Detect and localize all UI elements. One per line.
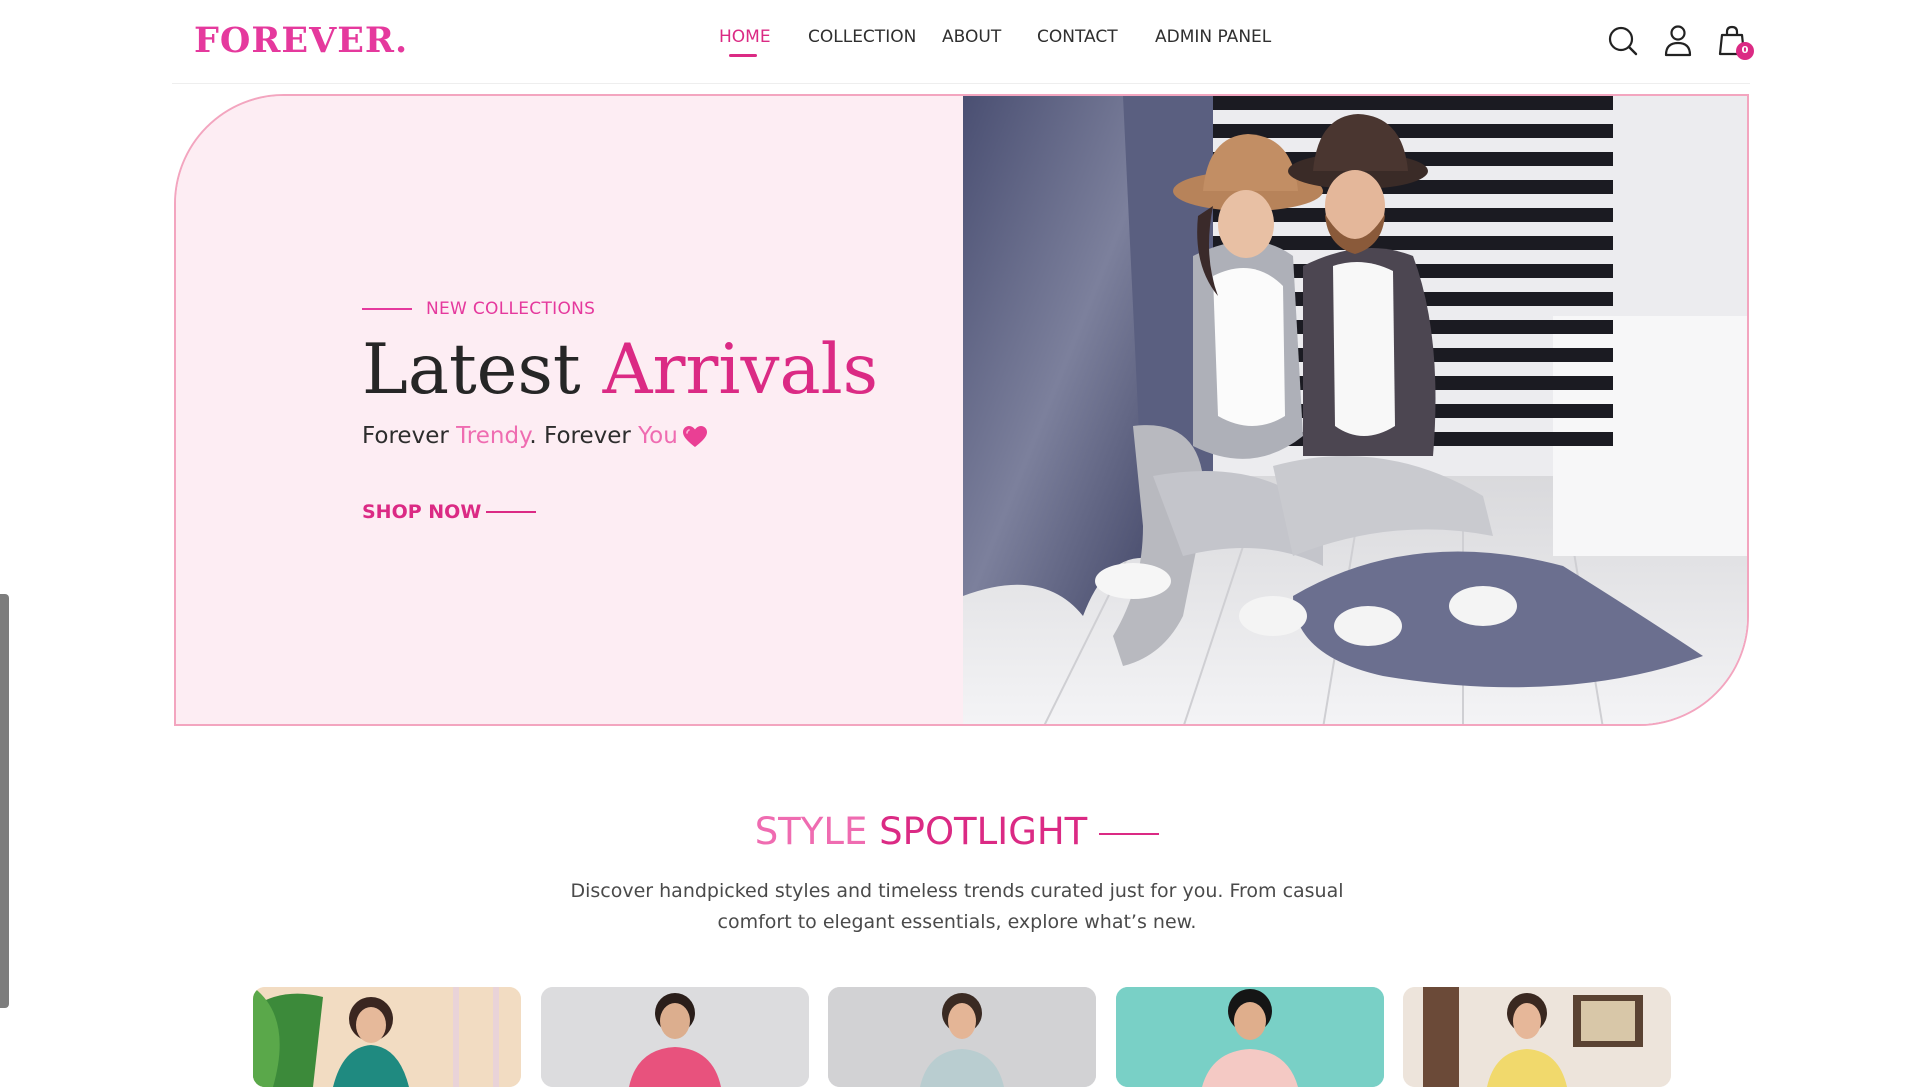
nav-item-contact[interactable]: CONTACT bbox=[1037, 25, 1118, 49]
product-card[interactable] bbox=[1403, 987, 1671, 1087]
nav-item-about[interactable]: ABOUT bbox=[942, 25, 1001, 49]
tagline-word-1: Forever bbox=[362, 423, 449, 449]
cart-count-badge: 0 bbox=[1736, 42, 1754, 60]
product-image bbox=[1403, 987, 1671, 1087]
product-image bbox=[828, 987, 1096, 1087]
main-nav: HOME COLLECTION ABOUT CONTACT ADMIN PANE… bbox=[172, 0, 1750, 84]
shop-now-divider bbox=[486, 511, 536, 513]
search-icon[interactable] bbox=[1606, 24, 1640, 58]
spotlight-title: STYLE SPOTLIGHT bbox=[0, 808, 1914, 856]
shop-now-button[interactable]: SHOP NOW bbox=[362, 499, 481, 525]
spotlight-description: Discover handpicked styles and timeless … bbox=[570, 880, 1344, 933]
product-image bbox=[253, 987, 521, 1087]
hero-title-part2: Arrivals bbox=[602, 330, 879, 410]
tagline-word-4: You bbox=[638, 423, 678, 449]
nav-item-admin-panel[interactable]: ADMIN PANEL bbox=[1155, 25, 1271, 49]
page-scrollbar[interactable] bbox=[0, 594, 9, 1008]
hero-image-illustration bbox=[963, 96, 1747, 724]
product-image bbox=[1116, 987, 1384, 1087]
hero-title-part1: Latest bbox=[362, 330, 581, 410]
heart-icon bbox=[682, 425, 708, 449]
product-card[interactable] bbox=[828, 987, 1096, 1087]
active-nav-indicator bbox=[729, 54, 757, 57]
hero-banner: NEW COLLECTIONS Latest Arrivals Forever … bbox=[174, 94, 1749, 726]
nav-item-home[interactable]: HOME bbox=[719, 25, 771, 49]
hero-text-panel: NEW COLLECTIONS Latest Arrivals Forever … bbox=[176, 96, 964, 724]
product-card[interactable] bbox=[1116, 987, 1384, 1087]
product-image bbox=[541, 987, 809, 1087]
spotlight-title-part1: STYLE bbox=[754, 810, 868, 853]
user-icon[interactable] bbox=[1661, 24, 1695, 58]
nav-item-collection[interactable]: COLLECTION bbox=[808, 25, 916, 49]
product-card[interactable] bbox=[541, 987, 809, 1087]
site-header: FOREVER. HOME COLLECTION ABOUT CONTACT A… bbox=[172, 0, 1754, 84]
spotlight-title-part2: SPOTLIGHT bbox=[879, 810, 1088, 853]
product-card[interactable] bbox=[253, 987, 521, 1087]
product-card-row bbox=[253, 987, 1673, 1087]
tagline-word-2: Trendy bbox=[456, 423, 530, 449]
hero-tagline: Forever Trendy. Forever You bbox=[362, 421, 708, 451]
hero-title: Latest Arrivals bbox=[362, 328, 878, 412]
spotlight-divider bbox=[1099, 832, 1160, 835]
hero-eyebrow: NEW COLLECTIONS bbox=[426, 299, 596, 319]
hero-image bbox=[963, 96, 1747, 724]
eyebrow-divider bbox=[362, 308, 412, 310]
tagline-word-3: . Forever bbox=[529, 423, 631, 449]
shopping-bag-icon[interactable]: 0 bbox=[1716, 24, 1754, 60]
